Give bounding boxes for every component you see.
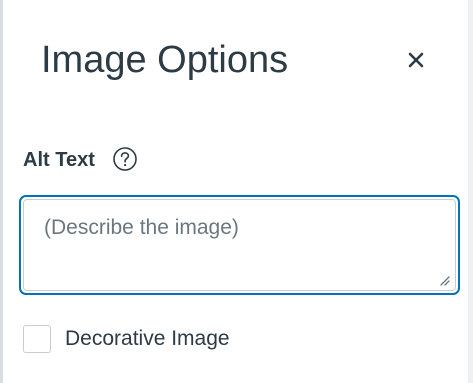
alt-text-label: Alt Text	[23, 149, 95, 171]
close-button[interactable]	[401, 46, 431, 76]
alt-text-label-row: Alt Text	[23, 146, 139, 174]
alt-text-help-button[interactable]	[111, 146, 139, 174]
image-options-tray: Image Options Alt Text (Describe the ima…	[3, 0, 468, 383]
tray-title: Image Options	[41, 39, 289, 81]
scrollbar-track[interactable]	[468, 0, 473, 383]
close-icon	[407, 51, 425, 72]
alt-text-input-focus-ring	[19, 195, 460, 295]
decorative-image-option[interactable]: Decorative Image	[23, 325, 230, 353]
decorative-image-checkbox[interactable]	[23, 325, 51, 353]
question-circle-icon	[112, 146, 138, 175]
decorative-image-label: Decorative Image	[65, 327, 230, 350]
alt-text-input[interactable]	[23, 199, 456, 291]
resize-handle-icon[interactable]	[438, 273, 450, 286]
